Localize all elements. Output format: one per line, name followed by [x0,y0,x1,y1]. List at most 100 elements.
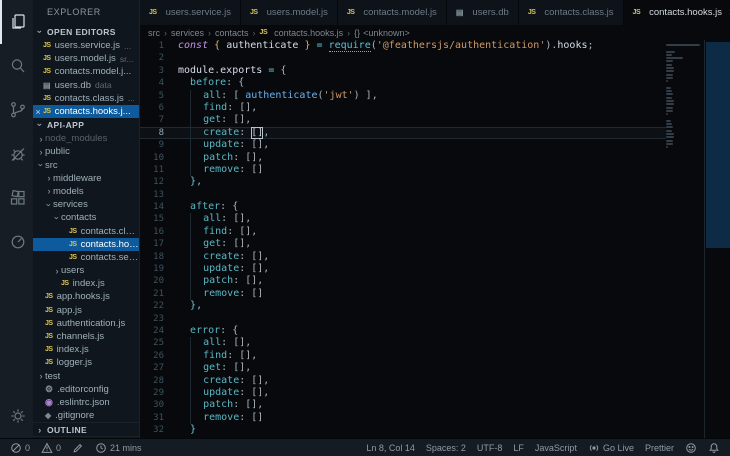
open-editor-item[interactable]: JScontacts.class.js... [33,92,139,105]
code-line[interactable]: 4 before: { [140,77,666,89]
tree-row[interactable]: ›users [33,264,139,277]
code-line[interactable]: 12 }, [140,176,666,188]
code-line[interactable]: 21 remove: [] [140,288,666,300]
code-line[interactable]: 28 create: [], [140,375,666,387]
code-line[interactable]: 16 find: [], [140,226,666,238]
activity-time-tracker-icon[interactable] [0,220,33,264]
close-icon[interactable]: × [33,107,43,117]
code-line[interactable]: 11 remove: [] [140,164,666,176]
tree-row[interactable]: JScontacts.service.js [33,251,139,264]
tab-users.db[interactable]: ▤users.db [447,0,519,25]
breadcrumb-item[interactable]: contacts [215,28,249,38]
breadcrumb-item[interactable]: services [171,28,204,38]
section-outline[interactable]: ›OUTLINE [33,422,139,436]
tree-row[interactable]: ›contacts [33,211,139,224]
tree-row[interactable]: ›services [33,198,139,211]
tab-users.service.js[interactable]: JSusers.service.js [140,0,241,25]
code-line[interactable]: 24 error: { [140,325,666,337]
status-0[interactable]: 0 [41,442,61,454]
breadcrumb-item[interactable]: {}<unknown> [354,28,410,38]
section-project[interactable]: ›API-APP [33,118,139,132]
tree-row[interactable]: ›src [33,159,139,172]
activity-debug-icon[interactable] [0,132,33,176]
status-smiley-icon[interactable] [685,442,697,454]
open-editor-item[interactable]: ×JScontacts.hooks.j... [33,105,139,118]
status-go-live[interactable]: Go Live [588,442,634,454]
status-lf[interactable]: LF [513,443,524,453]
tree-row[interactable]: JSindex.js [33,277,139,290]
activity-settings-icon[interactable] [0,394,33,438]
code-line[interactable]: 5 all: [ authenticate('jwt') ], [140,90,666,102]
tree-row[interactable]: ◆.gitignore [33,409,139,422]
code-line[interactable]: 13 [140,189,666,201]
status-ln-8-col-14[interactable]: Ln 8, Col 14 [366,443,415,453]
code-line[interactable]: 32 } [140,424,666,436]
open-editor-item[interactable]: JScontacts.model.j... [33,65,139,78]
tree-row[interactable]: JSchannels.js [33,330,139,343]
tree-row[interactable]: JSindex.js [33,343,139,356]
activity-search-icon[interactable] [0,44,33,88]
tree-row[interactable]: ◉.eslintrc.json [33,396,139,409]
code-line[interactable]: 8 create: [], [140,127,666,139]
tab-users.model.js[interactable]: JSusers.model.js [241,0,338,25]
code-line[interactable]: 31 remove: [] [140,412,666,424]
tree-row[interactable]: JSapp.hooks.js [33,290,139,303]
code-line[interactable]: 9 update: [], [140,139,666,151]
code-line[interactable]: 15 all: [], [140,213,666,225]
tree-row[interactable]: JScontacts.class.js [33,224,139,237]
tree-row[interactable]: ⚙.editorconfig [33,383,139,396]
code-line[interactable]: 29 update: [], [140,387,666,399]
minimap[interactable] [666,40,704,438]
activity-explorer-icon[interactable] [0,0,33,44]
code-line[interactable]: 26 find: [], [140,350,666,362]
tree-row[interactable]: ›middleware [33,172,139,185]
section-open-editors[interactable]: ›OPEN EDITORS [33,25,139,39]
status-prettier[interactable]: Prettier [645,443,674,453]
tree-row[interactable]: ›test [33,370,139,383]
code-line[interactable]: 2 [140,52,666,64]
tree-row[interactable]: ›node_modules [33,132,139,145]
code-line[interactable]: 3module.exports = { [140,65,666,77]
breadcrumb-item[interactable]: src [148,28,160,38]
status-bell-icon[interactable] [708,442,720,454]
open-editor-item[interactable]: ▤users.dbdata [33,79,139,92]
open-editor-item[interactable]: JSusers.service.js... [33,39,139,52]
code-line[interactable]: 30 patch: [], [140,399,666,411]
status-javascript[interactable]: JavaScript [535,443,577,453]
status-0[interactable]: 0 [10,442,30,454]
code-line[interactable]: 1const { authenticate } = require('@feat… [140,40,666,52]
code-line[interactable]: 6 find: [], [140,102,666,114]
tab-contacts.hooks.js[interactable]: JScontacts.hooks.js× [624,0,730,25]
editor-scrollbar[interactable] [704,40,730,438]
open-editor-item[interactable]: JSusers.model.jssr... [33,52,139,65]
tree-row[interactable]: ›models [33,185,139,198]
code-line[interactable]: 19 update: [], [140,263,666,275]
tree-row[interactable]: JSauthentication.js [33,317,139,330]
code-line[interactable]: 23 [140,313,666,325]
code-line[interactable]: 10 patch: [], [140,152,666,164]
tree-row[interactable]: JSapp.js [33,304,139,317]
code-line[interactable]: 20 patch: [], [140,275,666,287]
code-line[interactable]: 17 get: [], [140,238,666,250]
editor-pane[interactable]: 1const { authenticate } = require('@feat… [140,40,730,438]
tree-row[interactable]: ›public [33,145,139,158]
code-line[interactable]: 18 create: [], [140,251,666,263]
activity-extensions-icon[interactable] [0,176,33,220]
status-utf-8[interactable]: UTF-8 [477,443,503,453]
tree-row[interactable]: JSlogger.js [33,356,139,369]
code-line[interactable]: 22 }, [140,300,666,312]
scrollbar-slider[interactable] [706,42,730,248]
status-spaces-2[interactable]: Spaces: 2 [426,443,466,453]
code-line[interactable]: 7 get: [], [140,114,666,126]
status-21-mins[interactable]: 21 mins [95,442,142,454]
breadcrumb-item[interactable]: JScontacts.hooks.js [260,28,344,38]
tab-contacts.class.js[interactable]: JScontacts.class.js [519,0,624,25]
code-line[interactable]: 27 get: [], [140,362,666,374]
code-area[interactable]: 1const { authenticate } = require('@feat… [140,40,666,438]
code-line[interactable]: 25 all: [], [140,337,666,349]
code-line[interactable]: 14 after: { [140,201,666,213]
tree-row[interactable]: JScontacts.hooks.js [33,238,139,251]
tab-contacts.model.js[interactable]: JScontacts.model.js [338,0,447,25]
status-pencil-icon[interactable] [72,442,84,454]
activity-source-control-icon[interactable] [0,88,33,132]
